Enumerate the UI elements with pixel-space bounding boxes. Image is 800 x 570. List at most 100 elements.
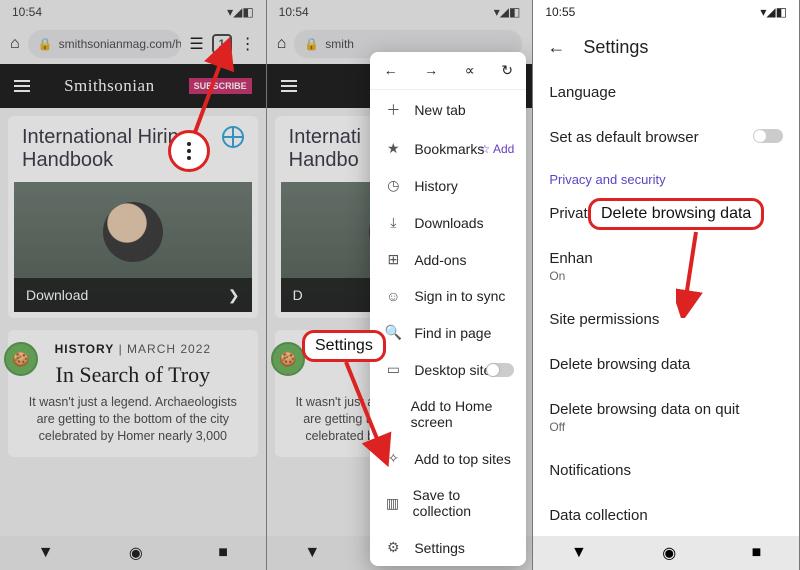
kebab-icon[interactable]: ⋮ [240, 34, 256, 54]
share-icon[interactable]: ∝ [465, 62, 475, 79]
nav-back-icon[interactable]: ▼ [38, 544, 54, 562]
ad-headline: International Hiring Handbook [8, 116, 258, 176]
url-field[interactable]: 🔒 smithsonianmag.com/h [28, 30, 182, 58]
menu-bookmarks[interactable]: ★Bookmarks☆ Add [370, 130, 526, 167]
screenshot-panel-3: 10:55 ▾◢◧ ← Settings Language Set as def… [533, 0, 800, 570]
add-bookmark-link[interactable]: ☆ Add [480, 142, 515, 156]
enhanced-sub: On [549, 267, 783, 283]
download-button[interactable]: Download ❯ [14, 278, 252, 312]
status-icons: ▾◢◧ [494, 5, 521, 19]
settings-enhanced-tracking[interactable]: Enhan On [533, 236, 799, 297]
status-time: 10:55 [545, 5, 575, 19]
browser-context-menu: ← → ∝ ↻ ＋New tab ★Bookmarks☆ Add ◷Histor… [370, 52, 526, 566]
menu-find[interactable]: 🔍Find in page [370, 314, 526, 351]
clock-icon: ◷ [384, 177, 402, 194]
nav-back-icon[interactable]: ▼ [304, 544, 320, 562]
menu-downloads[interactable]: ⤓Downloads [370, 204, 526, 241]
status-bar: 10:54 ▾◢◧ [267, 0, 533, 24]
site-brand: Smithsonian [40, 76, 179, 96]
reader-icon[interactable]: ☰ [189, 34, 203, 54]
status-icons: ▾◢◧ [227, 5, 254, 19]
nav-back-icon[interactable]: ▼ [571, 544, 587, 562]
status-icons: ▾◢◧ [760, 5, 787, 19]
ad-line1: Internati [289, 126, 361, 148]
hamburger-icon[interactable] [14, 80, 30, 92]
system-nav: ▼ ◉ ■ [533, 536, 799, 570]
back-arrow-icon[interactable]: ← [547, 37, 565, 58]
globe-icon [222, 126, 244, 148]
download-label: D [293, 287, 303, 303]
person-image [103, 202, 163, 262]
article-headline: In Search of Troy [20, 362, 246, 388]
settings-site-permissions[interactable]: Site permissions [533, 297, 799, 342]
home-icon[interactable]: ⌂ [10, 35, 20, 53]
reload-icon[interactable]: ↻ [501, 62, 513, 79]
search-icon: 🔍 [384, 324, 402, 341]
article-kicker: HISTORY | MARCH 2022 [20, 342, 246, 356]
subscribe-button[interactable]: SUBSCRIBE [189, 78, 252, 94]
menu-save-collection[interactable]: ▥Save to collection [370, 477, 526, 529]
gear-icon: ⚙ [384, 539, 402, 556]
menu-top-sites[interactable]: ✧Add to top sites [370, 440, 526, 477]
article-card[interactable]: 🍪 HISTORY | MARCH 2022 In Search of Troy… [8, 330, 258, 457]
nav-home-icon[interactable]: ◉ [662, 543, 676, 563]
settings-delete-on-quit[interactable]: Delete browsing data on quit Off [533, 387, 799, 448]
menu-history[interactable]: ◷History [370, 167, 526, 204]
ad-card: International Hiring Handbook Download ❯ [8, 116, 258, 318]
menu-home-screen[interactable]: Add to Home screen [370, 388, 526, 440]
screenshot-panel-2: 10:54 ▾◢◧ ⌂ 🔒 smith Internati Handbo D 🍪… [267, 0, 534, 570]
browser-toolbar: ⌂ 🔒 smithsonianmag.com/h ☰ 1 ⋮ [0, 24, 266, 64]
ad-line2: Handbo [289, 149, 359, 171]
status-bar: 10:55 ▾◢◧ [533, 0, 799, 24]
settings-default-browser[interactable]: Set as default browser [533, 115, 799, 160]
kicker-category: HISTORY [55, 342, 115, 356]
lock-icon: 🔒 [304, 37, 319, 51]
menu-settings[interactable]: ⚙Settings [370, 529, 526, 566]
addon-icon: ⊞ [384, 251, 402, 268]
url-text: smith [325, 37, 354, 51]
ad-line1: International Hiring [22, 126, 190, 148]
tab-count[interactable]: 1 [212, 34, 232, 54]
desktop-toggle[interactable] [486, 363, 514, 377]
collection-icon: ▥ [384, 495, 400, 512]
settings-title: Settings [583, 37, 648, 58]
kicker-date: MARCH 2022 [127, 342, 211, 356]
nav-recent-icon[interactable]: ■ [752, 544, 762, 562]
settings-notifications[interactable]: Notifications [533, 448, 799, 493]
chevron-right-icon: ❯ [228, 287, 240, 304]
nav-home-icon[interactable]: ◉ [129, 543, 143, 563]
cookie-icon[interactable]: 🍪 [271, 342, 305, 376]
section-privacy: Privacy and security [533, 160, 799, 191]
status-bar: 10:54 ▾◢◧ [0, 0, 266, 24]
lock-icon: 🔒 [38, 37, 53, 51]
nav-recent-icon[interactable]: ■ [218, 544, 228, 562]
menu-addons[interactable]: ⊞Add-ons [370, 241, 526, 278]
settings-data-collection[interactable]: Data collection [533, 493, 799, 536]
url-text: smithsonianmag.com/h [59, 37, 182, 51]
settings-header: ← Settings [533, 24, 799, 70]
home-icon[interactable]: ⌂ [277, 35, 287, 53]
ad-image: Download ❯ [14, 182, 252, 312]
settings-language[interactable]: Language [533, 70, 799, 115]
menu-new-tab[interactable]: ＋New tab [370, 90, 526, 130]
download-label: Download [26, 287, 88, 303]
article-dek: It wasn't just a legend. Archaeologists … [20, 394, 246, 445]
menu-desktop[interactable]: ▭Desktop site [370, 351, 526, 388]
system-nav: ▼ ◉ ■ [0, 536, 266, 570]
user-icon: ☺ [384, 288, 402, 304]
status-time: 10:54 [12, 5, 42, 19]
menu-signin[interactable]: ☺Sign in to sync [370, 278, 526, 314]
star-icon: ★ [384, 140, 402, 157]
ad-line2: Handbook [22, 149, 113, 171]
pin-icon: ✧ [384, 450, 402, 467]
forward-icon[interactable]: → [424, 62, 438, 79]
settings-private-browsing[interactable]: Private browsing [533, 191, 799, 236]
settings-delete-browsing-data[interactable]: Delete browsing data [533, 342, 799, 387]
hamburger-icon[interactable] [281, 80, 297, 92]
back-icon[interactable]: ← [384, 62, 398, 79]
default-browser-toggle[interactable] [753, 129, 783, 143]
cookie-icon[interactable]: 🍪 [4, 342, 38, 376]
screenshot-panel-1: 10:54 ▾◢◧ ⌂ 🔒 smithsonianmag.com/h ☰ 1 ⋮… [0, 0, 267, 570]
plus-icon: ＋ [384, 100, 402, 120]
status-time: 10:54 [279, 5, 309, 19]
